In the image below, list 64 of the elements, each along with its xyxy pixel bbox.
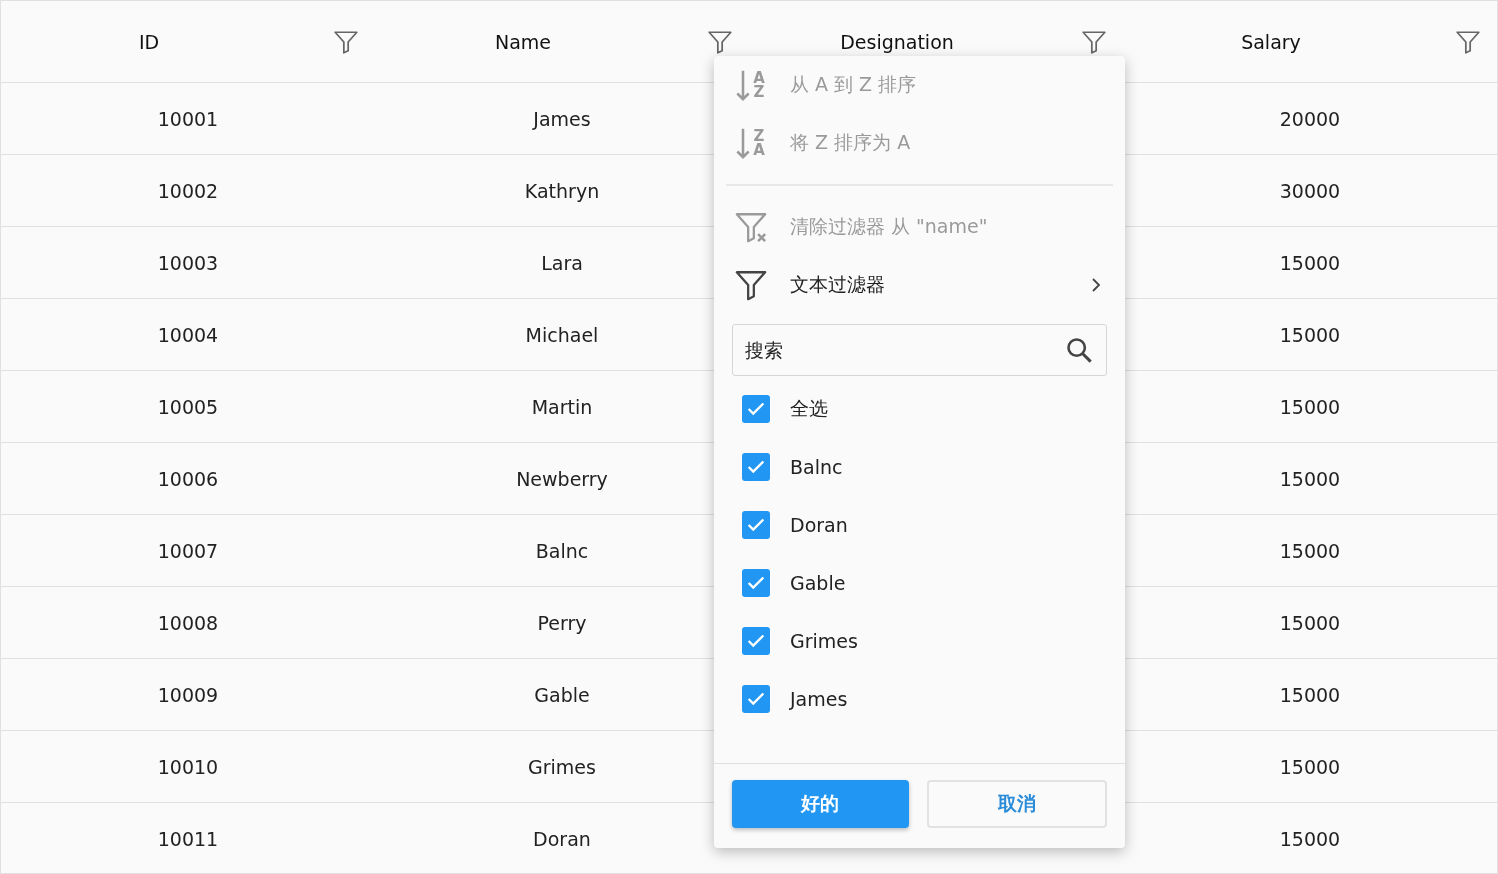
- table-cell: 10005: [157, 395, 219, 418]
- table-cell: 10007: [157, 539, 219, 562]
- table-cell: 15000: [1279, 827, 1341, 850]
- table-cell: Martin: [531, 395, 593, 418]
- table-cell: 15000: [1279, 395, 1341, 418]
- table-cell: 15000: [1279, 251, 1341, 274]
- filter-icon[interactable]: [333, 28, 359, 55]
- table-cell: 10009: [157, 683, 219, 706]
- clear-filter-icon: [734, 210, 768, 244]
- table-cell: Newberry: [516, 467, 608, 490]
- checkbox-label[interactable]: Balnc: [790, 456, 843, 478]
- column-header[interactable]: ID: [1, 30, 333, 53]
- search-icon[interactable]: [1065, 336, 1093, 364]
- table-cell: 10003: [157, 251, 219, 274]
- table-cell: 15000: [1279, 755, 1341, 778]
- table-cell: 10004: [157, 323, 219, 346]
- menu-item[interactable]: 文本过滤器: [714, 256, 1125, 314]
- table-cell: Lara: [541, 251, 583, 274]
- checkbox[interactable]: [742, 627, 770, 655]
- column-header[interactable]: Salary: [1123, 30, 1455, 53]
- filter-icon[interactable]: [707, 28, 733, 55]
- down-arrow-icon: [734, 68, 752, 102]
- filter-icon[interactable]: [1455, 28, 1481, 55]
- table-cell: 10001: [157, 107, 219, 130]
- sort-letter: A: [752, 71, 766, 85]
- column-header[interactable]: Designation: [749, 30, 1081, 53]
- table-cell: 10006: [157, 467, 219, 490]
- table-cell: Gable: [534, 683, 590, 706]
- table-cell: Kathryn: [524, 179, 600, 202]
- table-cell: 15000: [1279, 611, 1341, 634]
- checkbox[interactable]: [742, 395, 770, 423]
- checkbox[interactable]: [742, 453, 770, 481]
- filter-icon[interactable]: [1081, 28, 1107, 55]
- search-field[interactable]: 搜索: [732, 324, 1107, 376]
- filter-icon: [734, 268, 768, 302]
- table-cell: Doran: [533, 827, 591, 850]
- checkbox[interactable]: [742, 511, 770, 539]
- table-cell: Grimes: [528, 755, 596, 778]
- table-cell: 15000: [1279, 539, 1341, 562]
- table-cell: 15000: [1279, 323, 1341, 346]
- table-cell: Perry: [537, 611, 587, 634]
- table-cell: Michael: [525, 323, 599, 346]
- table-cell: 20000: [1279, 107, 1341, 130]
- checkbox-label[interactable]: 全选: [790, 396, 828, 422]
- table-cell: James: [533, 107, 591, 130]
- column-header[interactable]: Name: [375, 30, 707, 53]
- checkbox-label[interactable]: James: [790, 688, 848, 710]
- table-cell: 10010: [157, 755, 219, 778]
- checkbox-label[interactable]: Doran: [790, 514, 848, 536]
- checkbox[interactable]: [742, 685, 770, 713]
- table-cell: 10008: [157, 611, 219, 634]
- table-cell: 30000: [1279, 179, 1341, 202]
- sort-letter: Z: [752, 85, 766, 99]
- table-cell: Balnc: [535, 539, 589, 562]
- table-cell: 15000: [1279, 683, 1341, 706]
- checkbox-label[interactable]: Grimes: [790, 630, 858, 652]
- down-arrow-icon: [734, 126, 752, 160]
- table-cell: 15000: [1279, 467, 1341, 490]
- checkbox-label[interactable]: Gable: [790, 572, 846, 594]
- sort-letter: Z: [752, 129, 766, 143]
- checkbox[interactable]: [742, 569, 770, 597]
- sort-letter: A: [752, 143, 766, 157]
- table-cell: 10011: [157, 827, 219, 850]
- table-cell: 10002: [157, 179, 219, 202]
